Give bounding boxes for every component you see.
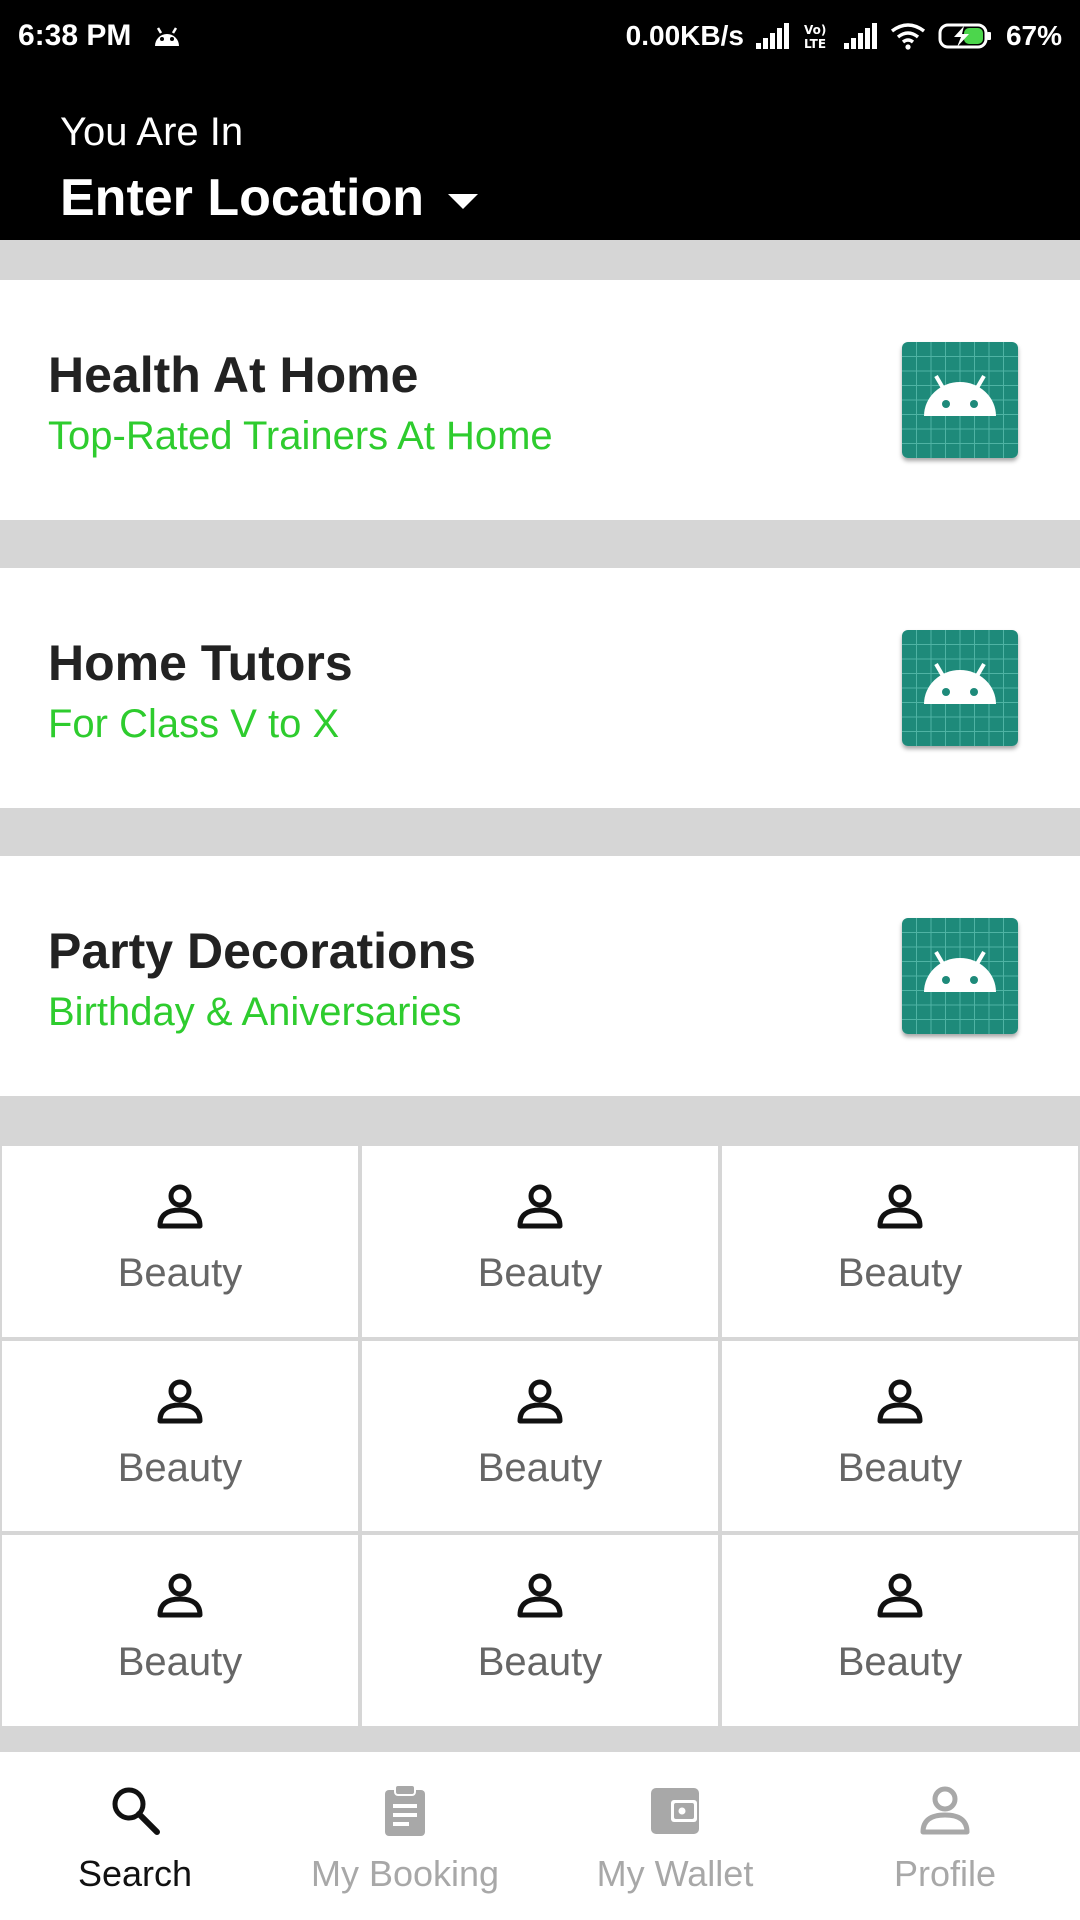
nav-label: My Booking (310, 1853, 500, 1894)
wallet-icon (647, 1782, 703, 1843)
service-card-health[interactable]: Health At Home Top-Rated Trainers At Hom… (0, 280, 1080, 520)
bottom-navigation: Search My Booking My Wallet Profile (0, 1752, 1080, 1920)
service-card-tutors[interactable]: Home Tutors For Class V to X (0, 568, 1080, 808)
person-icon (154, 1569, 206, 1626)
person-icon (514, 1375, 566, 1432)
person-icon (874, 1180, 926, 1237)
search-icon (107, 1782, 163, 1843)
service-card-party[interactable]: Party Decorations Birthday & Aniversarie… (0, 856, 1080, 1096)
status-time: 6:38 PM (18, 19, 132, 52)
category-item[interactable]: Beauty (722, 1535, 1078, 1726)
card-title: Party Decorations (48, 923, 476, 979)
card-subtitle: Birthday & Aniversaries (48, 990, 462, 1034)
nav-profile[interactable]: Profile (810, 1752, 1080, 1920)
android-placeholder-icon (902, 918, 1018, 1034)
category-item[interactable]: Beauty (722, 1146, 1078, 1337)
volte-icon: Vo) LTE (802, 22, 832, 50)
nav-label: My Wallet (596, 1853, 754, 1894)
person-icon (154, 1375, 206, 1432)
person-icon (154, 1180, 206, 1237)
dropdown-arrow-icon (448, 193, 479, 209)
battery-percent: 67% (1005, 20, 1062, 51)
android-notification-icon (151, 24, 183, 48)
location-caption: You Are In (60, 110, 244, 154)
category-label: Beauty (477, 1640, 603, 1685)
signal-icon (755, 23, 790, 49)
category-label: Beauty (117, 1445, 243, 1490)
clipboard-icon (377, 1782, 433, 1843)
card-subtitle: Top-Rated Trainers At Home (48, 414, 553, 458)
category-label: Beauty (837, 1445, 963, 1490)
person-icon (514, 1180, 566, 1237)
nav-my-booking[interactable]: My Booking (270, 1752, 540, 1920)
category-label: Beauty (117, 1640, 243, 1685)
nav-search[interactable]: Search (0, 1752, 270, 1920)
android-placeholder-icon (902, 630, 1018, 746)
location-selector[interactable]: Enter Location (60, 168, 479, 228)
card-title: Home Tutors (48, 635, 353, 691)
person-icon (917, 1782, 973, 1843)
signal-icon-2 (843, 23, 878, 49)
category-label: Beauty (477, 1251, 603, 1295)
person-icon (514, 1569, 566, 1626)
nav-label: Profile (893, 1853, 997, 1894)
svg-text:LTE: LTE (804, 37, 826, 50)
category-label: Beauty (477, 1445, 603, 1490)
svg-text:Vo): Vo) (804, 23, 826, 37)
nav-my-wallet[interactable]: My Wallet (540, 1752, 810, 1920)
category-item[interactable]: Beauty (722, 1340, 1078, 1532)
nav-label: Search (77, 1853, 193, 1894)
card-subtitle: For Class V to X (48, 702, 340, 746)
category-item[interactable]: Beauty (2, 1535, 358, 1726)
category-item[interactable]: Beauty (362, 1340, 718, 1532)
status-bar: 6:38 PM 0.00KB/s Vo) LTE 67% (0, 0, 1080, 72)
android-placeholder-icon (902, 342, 1018, 458)
category-label: Beauty (117, 1251, 243, 1295)
category-item[interactable]: Beauty (362, 1535, 718, 1726)
wifi-icon (890, 22, 926, 50)
card-title: Health At Home (48, 347, 419, 403)
battery-charging-icon (938, 22, 994, 50)
category-item[interactable]: Beauty (362, 1146, 718, 1337)
category-label: Beauty (837, 1251, 963, 1295)
person-icon (874, 1375, 926, 1432)
person-icon (874, 1569, 926, 1626)
location-value: Enter Location (60, 169, 425, 227)
location-header: You Are In Enter Location (0, 72, 1080, 240)
category-grid: Beauty Beauty Beauty Beauty Beauty Beaut… (0, 1144, 1080, 1728)
category-item[interactable]: Beauty (2, 1146, 358, 1337)
category-label: Beauty (837, 1640, 963, 1685)
network-speed: 0.00KB/s (625, 20, 744, 51)
category-item[interactable]: Beauty (2, 1340, 358, 1532)
